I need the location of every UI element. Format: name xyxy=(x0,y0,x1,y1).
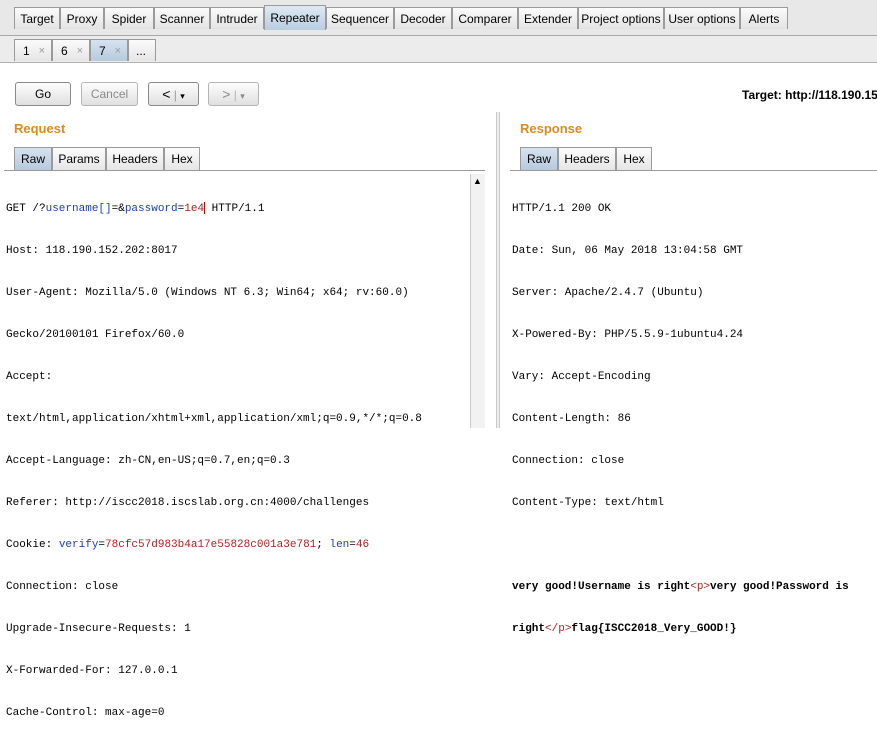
target-label[interactable]: Target: http://118.190.152. xyxy=(742,88,877,102)
tab-target[interactable]: Target xyxy=(14,7,60,29)
main-tab-bar: Target Proxy Spider Scanner Intruder Rep… xyxy=(0,0,877,36)
response-header-line: HTTP/1.1 200 OK xyxy=(512,203,612,215)
close-icon[interactable]: × xyxy=(77,40,83,62)
tab-intruder[interactable]: Intruder xyxy=(210,7,264,29)
chevron-right-icon: > xyxy=(222,86,231,102)
go-button[interactable]: Go xyxy=(15,82,71,106)
split-pane-divider[interactable] xyxy=(496,112,500,428)
response-header-line: Vary: Accept-Encoding xyxy=(512,371,651,383)
response-body-line: very good!Username is right<p>very good!… xyxy=(512,581,849,593)
forward-button[interactable]: > | ▾ xyxy=(208,82,259,106)
tab-sequencer[interactable]: Sequencer xyxy=(326,7,394,29)
tab-spider[interactable]: Spider xyxy=(104,7,154,29)
tab-comparer[interactable]: Comparer xyxy=(452,7,518,29)
request-cookie-line: Cookie: verify=78cfc57d983b4a17e55828c00… xyxy=(6,539,370,551)
response-header-line: X-Powered-By: PHP/5.5.9-1ubuntu4.24 xyxy=(512,329,744,341)
request-tab-hex[interactable]: Hex xyxy=(164,147,200,170)
repeater-tab-7[interactable]: 7 × xyxy=(90,39,128,61)
repeater-tab-label: 7 xyxy=(99,44,106,58)
response-header-line: Content-Length: 86 xyxy=(512,413,631,425)
request-header-line: Upgrade-Insecure-Requests: 1 xyxy=(6,623,191,635)
new-tab-label: ... xyxy=(136,44,147,58)
response-header-line: Date: Sun, 06 May 2018 13:04:58 GMT xyxy=(512,245,744,257)
response-viewer[interactable]: HTTP/1.1 200 OK Date: Sun, 06 May 2018 1… xyxy=(512,174,872,650)
request-header-line: User-Agent: Mozilla/5.0 (Windows NT 6.3;… xyxy=(6,287,409,299)
close-icon[interactable]: × xyxy=(115,40,121,62)
request-title: Request xyxy=(14,121,66,136)
chevron-left-icon: < xyxy=(162,86,171,102)
close-icon[interactable]: × xyxy=(39,40,45,62)
tab-scanner[interactable]: Scanner xyxy=(154,7,210,29)
request-header-line: text/html,application/xhtml+xml,applicat… xyxy=(6,413,422,425)
request-header-line: Accept: xyxy=(6,371,53,383)
request-line: GET /?username[]=&password=1e4 HTTP/1.1 xyxy=(6,202,265,215)
request-header-line: Referer: http://iscc2018.iscslab.org.cn:… xyxy=(6,497,370,509)
tab-alerts[interactable]: Alerts xyxy=(740,7,788,29)
repeater-tab-label: 6 xyxy=(61,44,68,58)
repeater-tab-bar: 1 × 6 × 7 × ... xyxy=(0,36,877,63)
response-header-line: Content-Type: text/html xyxy=(512,497,664,509)
scroll-up-icon[interactable]: ▲ xyxy=(473,176,482,186)
tab-proxy[interactable]: Proxy xyxy=(60,7,104,29)
separator: | xyxy=(173,88,177,102)
request-header-line: Cache-Control: max-age=0 xyxy=(6,707,165,719)
request-header-line: Gecko/20100101 Firefox/60.0 xyxy=(6,329,185,341)
request-header-line: Host: 118.190.152.202:8017 xyxy=(6,245,178,257)
response-header-line: Connection: close xyxy=(512,455,625,467)
request-header-line: X-Forwarded-For: 127.0.0.1 xyxy=(6,665,178,677)
request-editor[interactable]: GET /?username[]=&password=1e4 HTTP/1.1 … xyxy=(6,174,468,734)
tab-decoder[interactable]: Decoder xyxy=(394,7,452,29)
back-button[interactable]: < | ▾ xyxy=(148,82,199,106)
request-scrollbar[interactable]: ▲ xyxy=(470,174,485,428)
dropdown-arrow-icon: ▾ xyxy=(240,91,245,101)
request-header-line: Connection: close xyxy=(6,581,119,593)
dropdown-arrow-icon: ▾ xyxy=(180,91,185,101)
repeater-tab-6[interactable]: 6 × xyxy=(52,39,90,61)
request-tab-raw[interactable]: Raw xyxy=(14,147,52,170)
request-tab-params[interactable]: Params xyxy=(52,147,106,170)
response-header-line: Server: Apache/2.4.7 (Ubuntu) xyxy=(512,287,704,299)
response-tab-headers[interactable]: Headers xyxy=(558,147,616,170)
repeater-tab-label: 1 xyxy=(23,44,30,58)
cancel-button[interactable]: Cancel xyxy=(81,82,138,106)
repeater-tab-1[interactable]: 1 × xyxy=(14,39,52,61)
response-body-line: right</p>flag{ISCC2018_Very_GOOD!} xyxy=(512,623,737,635)
response-tab-hex[interactable]: Hex xyxy=(616,147,652,170)
response-title: Response xyxy=(520,121,583,136)
tab-extender[interactable]: Extender xyxy=(518,7,578,29)
request-tab-headers[interactable]: Headers xyxy=(106,147,164,170)
request-tab-underline xyxy=(4,170,485,171)
new-repeater-tab[interactable]: ... xyxy=(128,39,156,61)
response-tab-raw[interactable]: Raw xyxy=(520,147,558,170)
response-tab-underline xyxy=(510,170,877,171)
separator: | xyxy=(233,88,237,102)
tab-project-options[interactable]: Project options xyxy=(578,7,664,29)
tab-repeater[interactable]: Repeater xyxy=(264,5,326,30)
request-header-line: Accept-Language: zh-CN,en-US;q=0.7,en;q=… xyxy=(6,455,290,467)
tab-user-options[interactable]: User options xyxy=(664,7,740,29)
